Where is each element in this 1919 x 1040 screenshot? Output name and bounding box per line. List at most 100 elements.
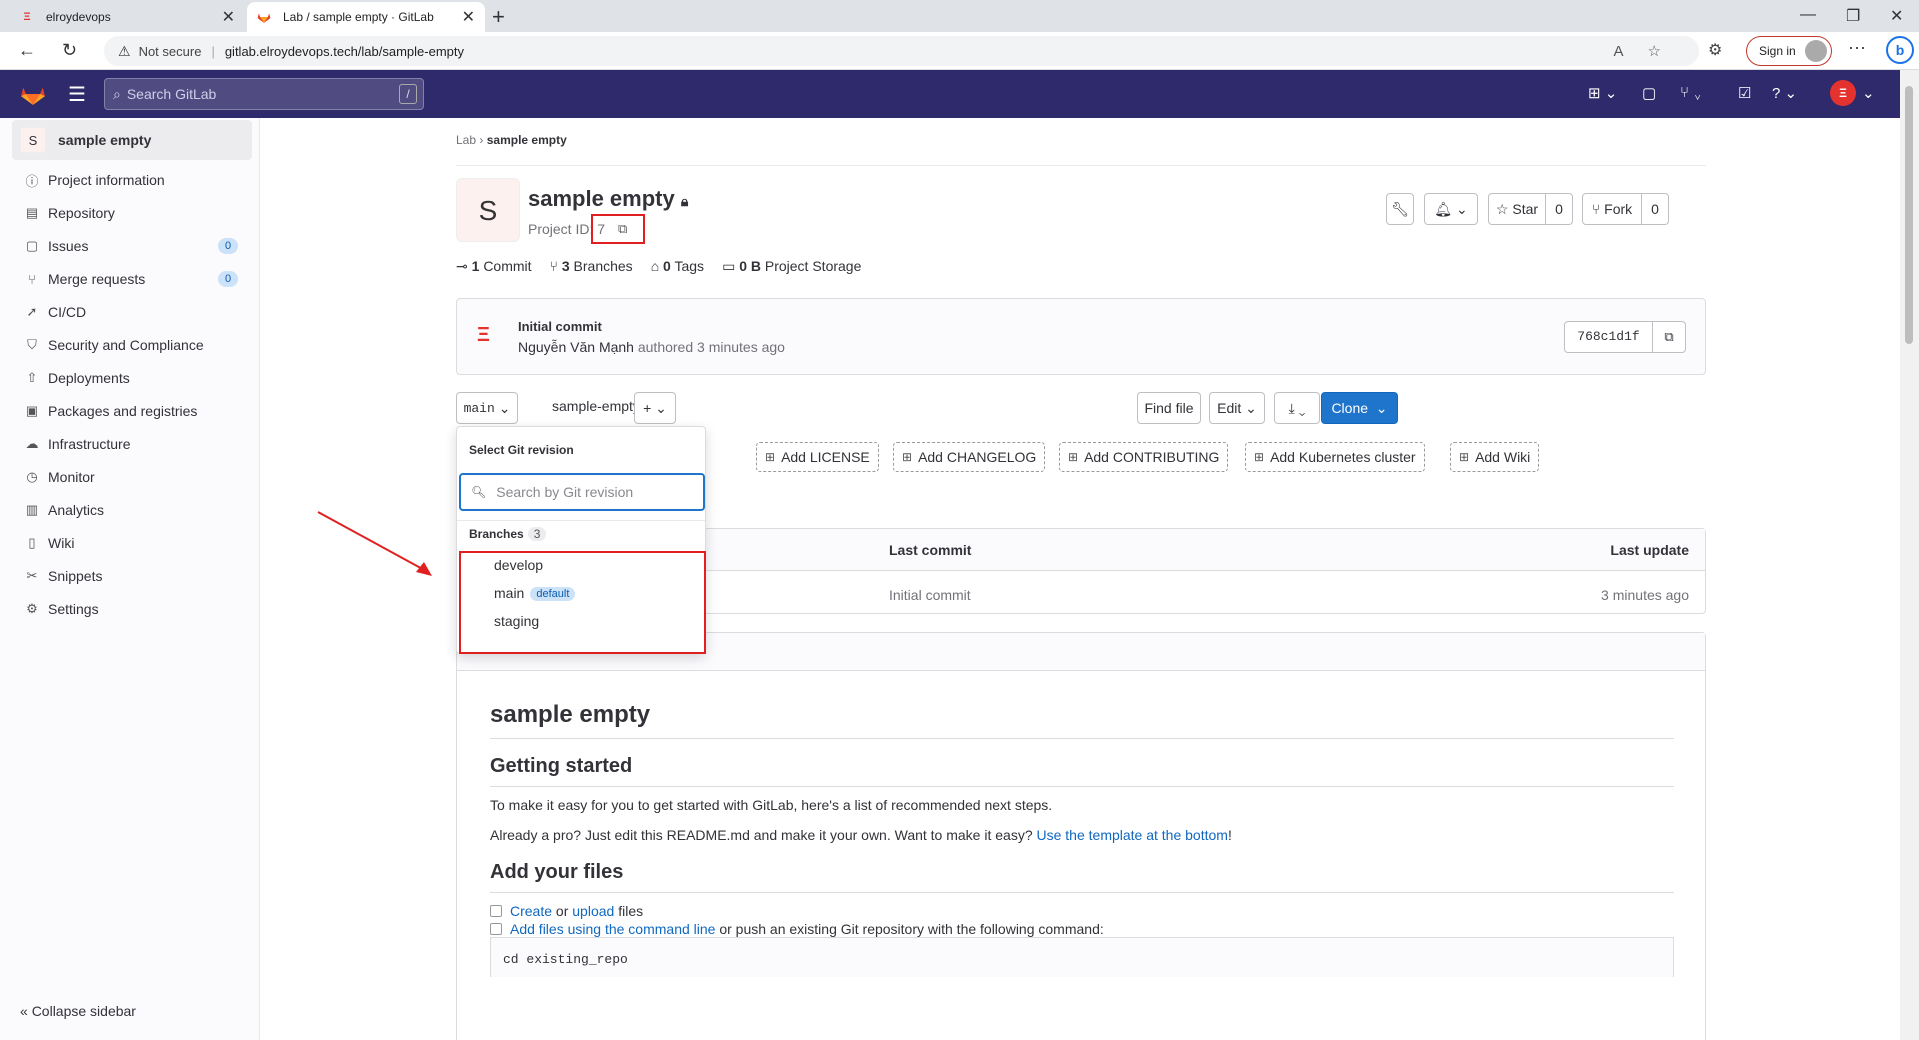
sidebar-item-wiki[interactable]: ▯ Wiki: [24, 529, 244, 557]
settings-button[interactable]: 🔧︎: [1386, 193, 1414, 225]
browser-sign-in-button[interactable]: Sign in: [1746, 36, 1832, 66]
url-field[interactable]: ⚠ Not secure | gitlab.elroydevops.tech/l…: [104, 36, 1699, 66]
merge-requests-icon[interactable]: ⑂ ⌄: [1680, 84, 1702, 101]
sidebar-item-merge-requests[interactable]: ⑂ Merge requests 0: [24, 265, 244, 293]
commit-sha[interactable]: 768c1d1f: [1565, 322, 1653, 352]
new-tab-button[interactable]: +: [492, 4, 505, 30]
issues-icon[interactable]: ▢: [1642, 84, 1656, 102]
menu-icon[interactable]: ☰: [68, 82, 86, 107]
add-to-tree-button[interactable]: + ⌄: [634, 392, 676, 424]
breadcrumb-group-link[interactable]: Lab: [456, 133, 476, 147]
copy-sha-icon[interactable]: ⧉: [1653, 329, 1685, 345]
browser-tab-elroydevops[interactable]: Ξ elroydevops ✕: [10, 2, 245, 32]
add-changelog-label: Add CHANGELOG: [918, 449, 1037, 465]
sidebar-item-project-information[interactable]: ⓘ Project information: [24, 166, 244, 194]
commit-sha-box: 768c1d1f ⧉: [1564, 321, 1686, 353]
breadcrumb-project-link[interactable]: sample empty: [487, 133, 567, 147]
sidebar-project-header[interactable]: S sample empty: [12, 120, 252, 160]
chevron-down-icon[interactable]: ⌄: [1862, 84, 1875, 102]
sidebar-item-snippets[interactable]: ✂ Snippets: [24, 562, 244, 590]
task-checkbox[interactable]: [490, 923, 502, 935]
gitlab-logo-icon[interactable]: [20, 82, 46, 106]
tags-stat[interactable]: ⌂ 0 Tags: [651, 258, 704, 275]
download-button[interactable]: ⤓ ⌄: [1274, 392, 1320, 424]
star-button[interactable]: ☆ Star: [1488, 193, 1546, 225]
scrollbar-thumb[interactable]: [1905, 86, 1913, 344]
bell-icon: 🔔︎ ⌄: [1434, 200, 1468, 217]
branches-stat[interactable]: ⑂ 3 Branches: [550, 258, 633, 275]
browser-tab-gitlab[interactable]: Lab / sample empty · GitLab ✕: [247, 2, 485, 32]
help-icon[interactable]: ? ⌄: [1772, 84, 1797, 102]
sidebar-item-analytics[interactable]: ▥ Analytics: [24, 496, 244, 524]
upload-link[interactable]: upload: [572, 903, 614, 919]
find-file-button[interactable]: Find file: [1137, 392, 1201, 424]
package-icon: ▣: [25, 403, 39, 418]
commits-stat[interactable]: ⊸ 1 Commit: [456, 258, 532, 275]
fork-icon: ⑂: [1591, 201, 1601, 217]
commit-author[interactable]: Nguyễn Văn Mạnh: [518, 339, 634, 355]
sidebar-item-deployments[interactable]: ⇧ Deployments: [24, 364, 244, 392]
search-input[interactable]: ⌕ Search GitLab /: [104, 78, 424, 110]
extensions-icon[interactable]: ⚙: [1708, 40, 1722, 60]
page-scrollbar[interactable]: [1900, 70, 1919, 1040]
read-aloud-favorite-icons[interactable]: A☆: [1614, 42, 1685, 60]
task-checkbox[interactable]: [490, 905, 502, 917]
sidebar-item-infrastructure[interactable]: ☁ Infrastructure: [24, 430, 244, 458]
annotation-box-project-id: [591, 214, 645, 244]
revision-search-input[interactable]: 🔍︎ Search by Git revision: [459, 473, 705, 511]
sidebar-item-repository[interactable]: ▤ Repository: [24, 199, 244, 227]
more-menu-icon[interactable]: ⋯: [1848, 38, 1866, 59]
sidebar-item-security[interactable]: ⛉ Security and Compliance: [24, 331, 244, 359]
file-row-commit[interactable]: Initial commit: [889, 587, 971, 603]
readme-divider: [490, 786, 1674, 787]
clone-button[interactable]: Clone ⌄: [1321, 392, 1398, 424]
sidebar-item-packages[interactable]: ▣ Packages and registries: [24, 397, 244, 425]
fork-button[interactable]: ⑂ Fork: [1582, 193, 1642, 225]
branch-selector-button[interactable]: main ⌄: [456, 392, 518, 424]
back-icon[interactable]: ←: [18, 40, 36, 61]
storage-stat[interactable]: ▭ 0 B Project Storage: [722, 258, 861, 275]
sidebar-item-label: Repository: [48, 205, 115, 221]
create-link[interactable]: Create: [510, 903, 552, 919]
todo-icon[interactable]: ☑: [1738, 84, 1751, 102]
commit-title[interactable]: Initial commit: [518, 319, 602, 334]
close-window-icon[interactable]: ✕: [1890, 6, 1903, 26]
create-new-icon[interactable]: ⊞ ⌄: [1588, 84, 1617, 102]
restore-icon[interactable]: ❐: [1846, 6, 1860, 26]
readme-divider: [490, 892, 1674, 893]
user-avatar[interactable]: Ξ: [1830, 80, 1856, 106]
sidebar-item-monitor[interactable]: ◷ Monitor: [24, 463, 244, 491]
monitor-icon: ◷: [26, 469, 38, 484]
search-icon: 🔍︎: [471, 485, 487, 499]
sidebar-item-settings[interactable]: ⚙ Settings: [24, 595, 244, 623]
readme-text: Already a pro? Just edit this README.md …: [490, 827, 1037, 843]
sidebar-item-issues[interactable]: ▢ Issues 0: [24, 232, 244, 260]
add-kubernetes-button[interactable]: ⊞ Add Kubernetes cluster: [1245, 442, 1425, 472]
wrench-icon: 🔧︎: [1391, 200, 1409, 217]
issues-icon: ▢: [25, 238, 39, 253]
minimize-icon[interactable]: —: [1800, 6, 1816, 24]
add-license-button[interactable]: ⊞ Add LICENSE: [756, 442, 879, 472]
repo-path-root[interactable]: sample-empty: [552, 398, 640, 414]
sidebar-item-cicd[interactable]: ➚ CI/CD: [24, 298, 244, 326]
command-line-link[interactable]: Add files using the command line: [510, 921, 715, 937]
template-link[interactable]: Use the template at the bottom: [1037, 827, 1228, 843]
readme-paragraph: To make it easy for you to get started w…: [490, 797, 1053, 813]
close-tab-icon[interactable]: ✕: [222, 7, 235, 27]
add-wiki-button[interactable]: ⊞ Add Wiki: [1450, 442, 1540, 472]
tab-title: elroydevops: [46, 10, 111, 24]
storage-icon: ▭: [722, 258, 736, 274]
add-contributing-button[interactable]: ⊞ Add CONTRIBUTING: [1059, 442, 1229, 472]
search-placeholder: Search GitLab: [126, 86, 217, 102]
reload-icon[interactable]: ↻: [62, 40, 77, 61]
deploy-icon: ⇧: [26, 370, 38, 385]
close-tab-icon[interactable]: ✕: [462, 7, 475, 27]
bing-copilot-icon[interactable]: b: [1886, 36, 1914, 64]
edit-button[interactable]: Edit ⌄: [1209, 392, 1265, 424]
add-changelog-button[interactable]: ⊞ Add CHANGELOG: [893, 442, 1046, 472]
star-count[interactable]: 0: [1545, 193, 1573, 225]
fork-count[interactable]: 0: [1641, 193, 1669, 225]
collapse-sidebar-button[interactable]: « Collapse sidebar: [20, 1003, 136, 1019]
notifications-button[interactable]: 🔔︎ ⌄: [1424, 193, 1478, 225]
collapse-sidebar-label: Collapse sidebar: [31, 1003, 136, 1019]
